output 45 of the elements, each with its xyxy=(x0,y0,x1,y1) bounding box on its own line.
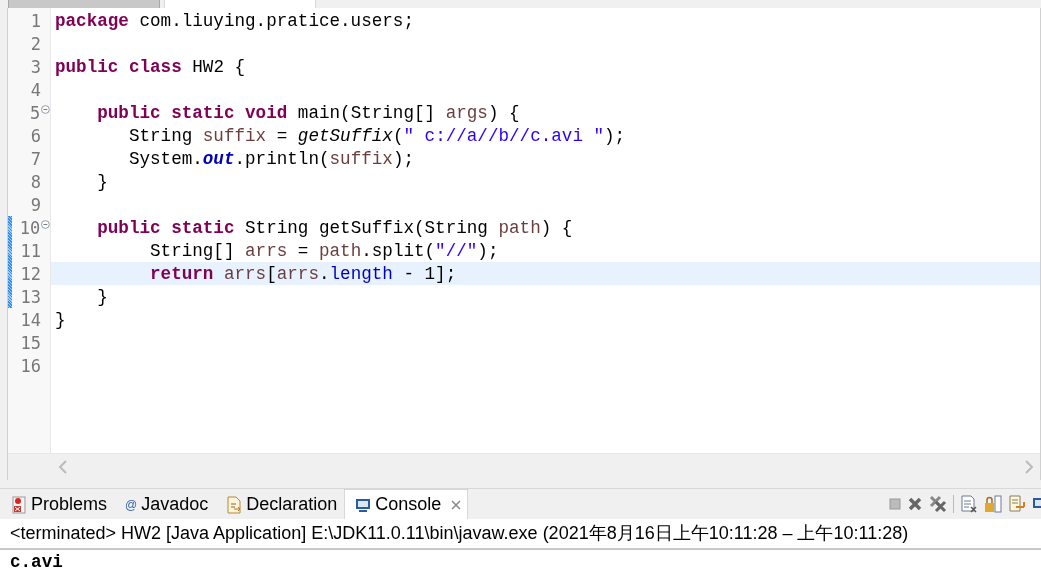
close-icon[interactable] xyxy=(451,499,462,510)
clear-document-icon[interactable] xyxy=(960,495,978,513)
line-number: 5 xyxy=(28,102,41,123)
line-number: 12 xyxy=(19,263,41,284)
line-number: 8 xyxy=(29,171,41,192)
remove-icon[interactable] xyxy=(907,496,923,512)
code-line: public static void main(String[] args) { xyxy=(96,102,520,123)
line-number: 1 xyxy=(29,10,41,31)
code-line: } xyxy=(96,171,108,192)
document-arrow-icon xyxy=(226,495,243,514)
line-number: 10 xyxy=(18,217,41,238)
line-number: 9 xyxy=(29,194,41,215)
line-number: 16 xyxy=(19,355,41,376)
console-output: c.avi xyxy=(9,551,64,574)
code-line: public class HW2 { xyxy=(55,56,246,77)
code-line: String suffix = getSuffix(" c://a//b//c.avi "); xyxy=(127,125,626,146)
panel-tab[interactable]: Problems xyxy=(0,489,115,519)
panel-tab[interactable]: Console xyxy=(344,489,469,519)
document-arrow-icon[interactable] xyxy=(1008,495,1026,513)
remove-all-icon[interactable] xyxy=(929,495,947,513)
line-number: 13 xyxy=(19,286,41,307)
code-line: public static String getSuffix(String path) { xyxy=(96,217,573,238)
at-sign-icon: @ xyxy=(125,497,138,512)
line-number: 2 xyxy=(29,33,41,54)
monitor-icon xyxy=(355,496,372,513)
line-number: 14 xyxy=(19,309,41,330)
line-number: 3 xyxy=(29,56,41,77)
panel-tab[interactable]: Declaration xyxy=(215,489,345,519)
problems-icon xyxy=(11,495,27,514)
code-line: System.out.println(suffix); xyxy=(127,148,414,169)
lock-icon[interactable] xyxy=(984,495,1002,513)
collapse-icon[interactable] xyxy=(41,220,50,229)
code-line: String[] arrs = path.split("//"); xyxy=(149,240,499,261)
line-number: 7 xyxy=(29,148,41,169)
panel-tab[interactable]: @ Javadoc xyxy=(114,489,216,519)
collapse-icon[interactable] xyxy=(41,105,50,114)
line-number: 15 xyxy=(19,332,41,353)
code-line: } xyxy=(96,286,108,307)
stop-icon[interactable] xyxy=(889,498,901,510)
code-line: } xyxy=(55,309,66,330)
line-number: 11 xyxy=(19,240,41,261)
code-line: return arrs[arrs.length - 1]; xyxy=(149,263,457,284)
line-number: 4 xyxy=(29,79,41,100)
code-line: package com.liuying.pratice.users; xyxy=(55,10,414,31)
line-number: 6 xyxy=(29,125,41,146)
